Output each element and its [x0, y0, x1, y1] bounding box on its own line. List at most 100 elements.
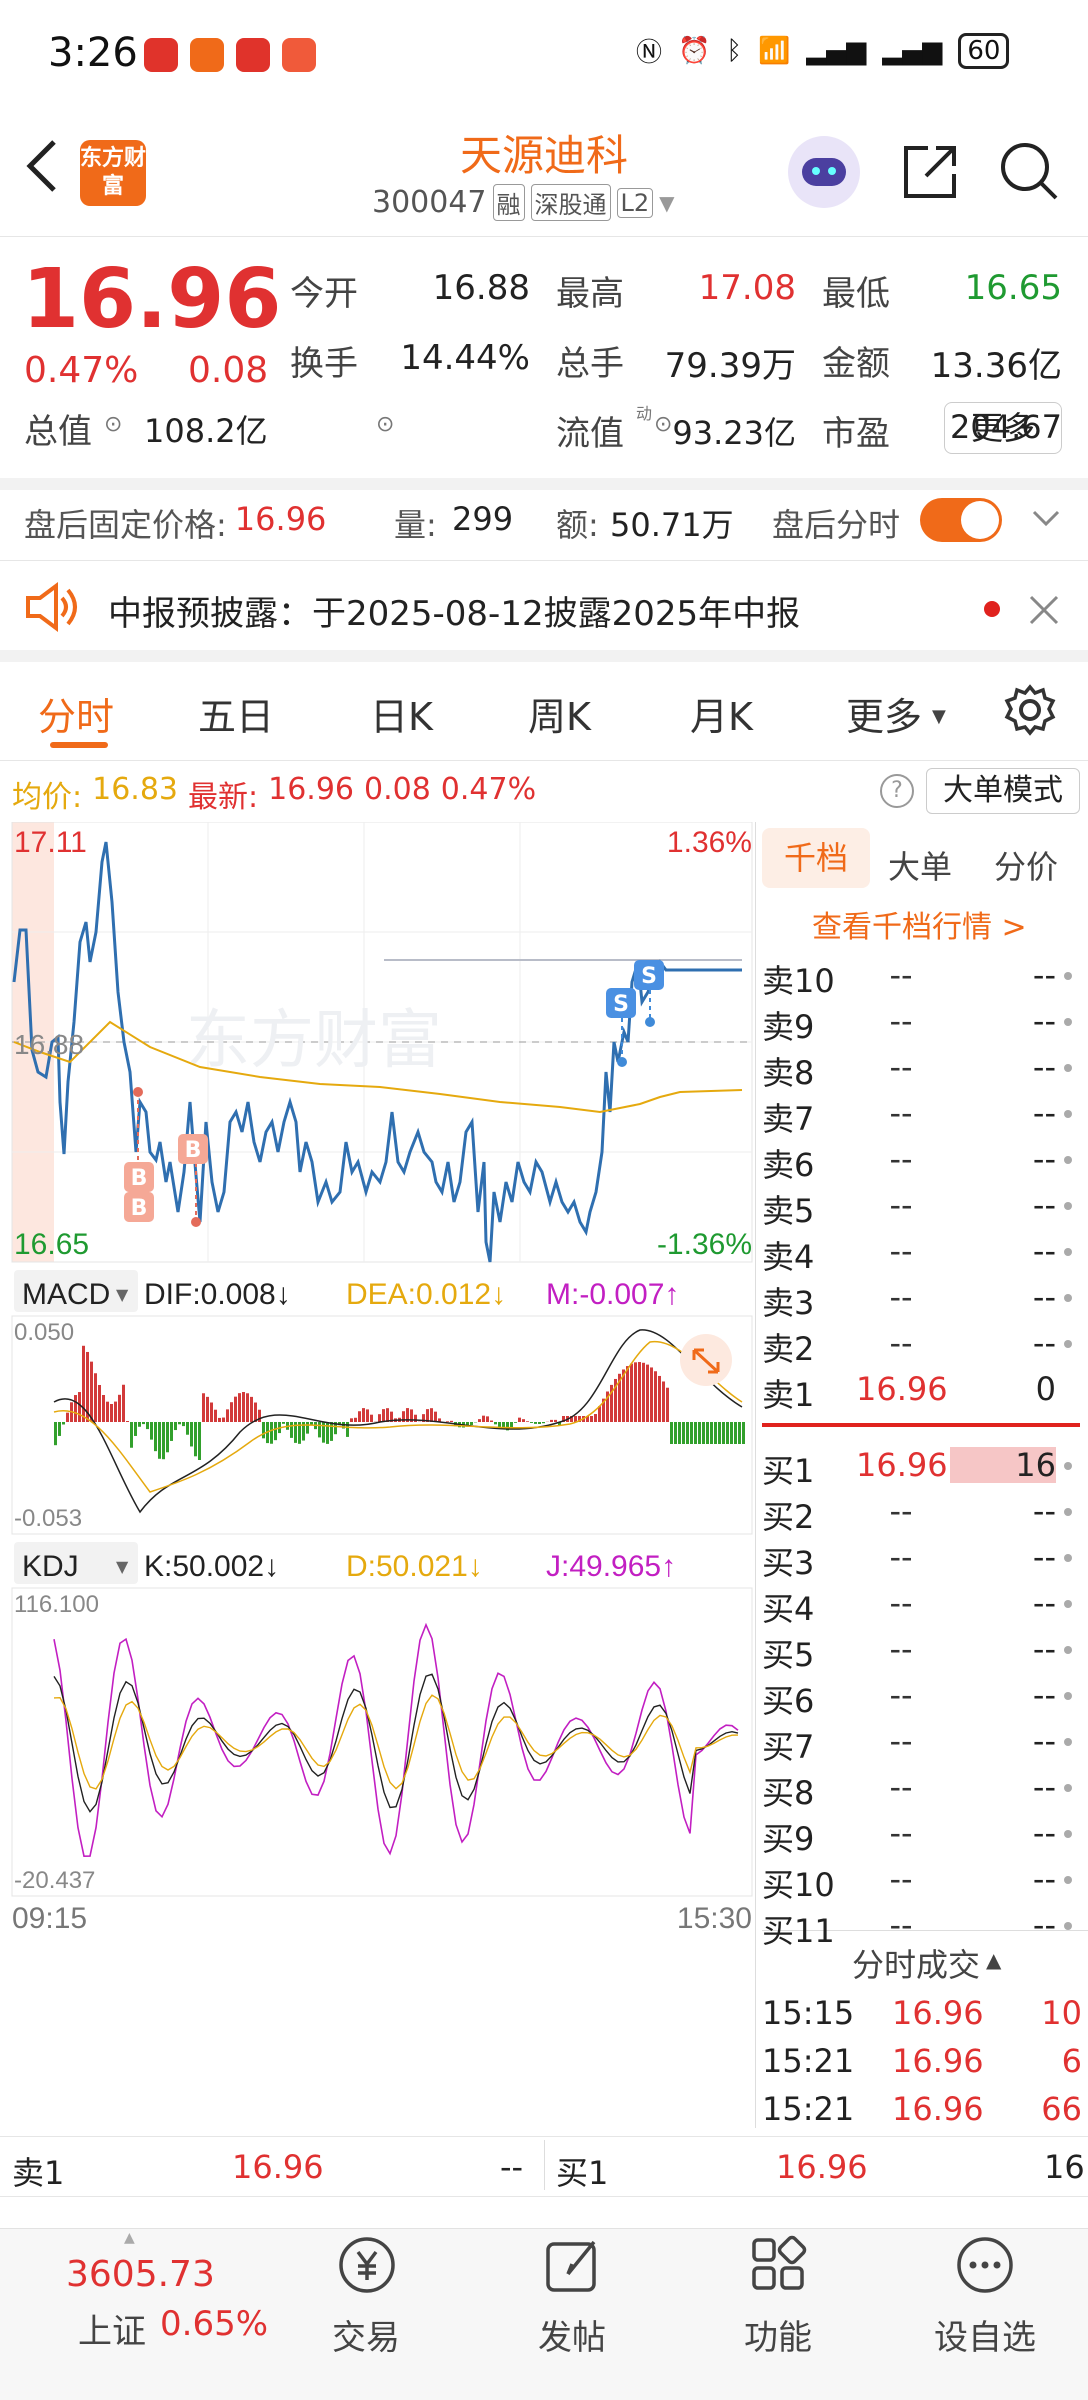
- close-icon[interactable]: [1028, 594, 1060, 630]
- trade-marker-dot: [645, 1017, 655, 1027]
- nav-post-label[interactable]: 发帖: [538, 2310, 606, 2359]
- avg-price-row: 均价: 16.83 最新: 16.96 0.08 0.47%: [12, 772, 536, 816]
- tab-chart-period[interactable]: 月K: [690, 686, 753, 741]
- trade-marker-label: B: [131, 1196, 148, 1221]
- level-dot: [1064, 1554, 1072, 1562]
- macd-bar: [734, 1422, 737, 1444]
- full-depth-link[interactable]: 查看千档行情 >: [812, 902, 1027, 946]
- chart-area[interactable]: 东方财富 B B B S S 17.11 16.65 16.88 1.36% -1.36% MACD ▼…: [0, 821, 756, 2128]
- macd-bar: [382, 1409, 385, 1422]
- ask-level-price: --: [889, 1324, 913, 1362]
- macd-bar: [290, 1422, 293, 1438]
- after-hours-amt: 50.71万: [610, 506, 734, 544]
- after-hours-label: 盘后固定价格:: [24, 506, 227, 544]
- info-icon[interactable]: ⊙: [654, 412, 672, 437]
- tab-chart-period[interactable]: 分时: [38, 686, 114, 741]
- macd-bar: [306, 1422, 309, 1434]
- more-dots-icon[interactable]: [954, 2234, 1016, 2300]
- stat-label: 最高: [556, 274, 624, 314]
- tab-price-dist[interactable]: 分价: [994, 842, 1058, 888]
- trade-volume: 10: [1041, 1994, 1082, 2032]
- macd-bar: [222, 1417, 225, 1422]
- chevron-down-icon: ▼: [932, 706, 946, 727]
- index-name[interactable]: 上证: [78, 2304, 146, 2353]
- ask-level-volume: --: [1032, 1048, 1056, 1086]
- time-axis-start: 09:15: [12, 1902, 87, 1935]
- level-dot: [1064, 1156, 1072, 1164]
- tab-chart-period[interactable]: 周K: [528, 686, 591, 741]
- nav-function-label[interactable]: 功能: [744, 2310, 812, 2359]
- ask-level-label: 卖6: [762, 1146, 815, 1184]
- help-icon[interactable]: ?: [880, 774, 914, 808]
- chevron-down-icon[interactable]: [1030, 502, 1062, 536]
- gear-icon[interactable]: [1004, 684, 1056, 740]
- trade-marker-label: S: [641, 964, 657, 989]
- nav-add-watchlist-label[interactable]: 设自选: [934, 2310, 1036, 2359]
- chevron-down-icon: ▼: [116, 1557, 129, 1576]
- ask-level-label: 卖8: [762, 1054, 815, 1092]
- tab-chart-period[interactable]: 更多: [846, 686, 922, 741]
- ask-level-volume: --: [1032, 1094, 1056, 1132]
- battery-icon: 60: [958, 32, 1010, 69]
- macd-bar: [118, 1394, 121, 1422]
- bottom-buy-label: 买1: [556, 2154, 609, 2192]
- assistant-robot-icon[interactable]: [788, 136, 860, 208]
- stat-label: 流值: [556, 414, 624, 454]
- macd-bar: [682, 1422, 685, 1444]
- tab-big-order[interactable]: 大单: [888, 842, 952, 888]
- macd-bar: [702, 1422, 705, 1444]
- macd-bar: [434, 1411, 437, 1422]
- function-icon[interactable]: [748, 2234, 810, 2300]
- macd-bar: [430, 1408, 433, 1422]
- ask-level-label: 卖2: [762, 1330, 815, 1368]
- macd-bar: [730, 1422, 733, 1444]
- macd-bar: [262, 1422, 265, 1439]
- level-dot: [1064, 1018, 1072, 1026]
- stat-value: 13.36亿: [930, 346, 1062, 386]
- index-pct[interactable]: 0.65%: [160, 2304, 268, 2344]
- tab-chart-period[interactable]: 五日: [198, 686, 274, 741]
- big-order-mode-button[interactable]: 大单模式: [926, 768, 1080, 814]
- stat-label: 市盈: [822, 414, 890, 454]
- stock-code-row[interactable]: 300047 融 深股通 L2 ▼: [372, 184, 675, 221]
- nav-trade-label[interactable]: 交易: [332, 2310, 400, 2359]
- post-icon[interactable]: [542, 2234, 604, 2300]
- macd-bar: [714, 1422, 717, 1444]
- stat-label: 总值: [24, 412, 92, 452]
- macd-bar: [638, 1362, 641, 1422]
- stat-label: 今开: [290, 274, 358, 314]
- trade-icon[interactable]: [336, 2234, 398, 2300]
- bid-level-price: --: [889, 1630, 913, 1668]
- macd-bar: [274, 1422, 277, 1441]
- notice-text[interactable]: 中报预披露：于2025-08-12披露2025年中报: [108, 586, 800, 635]
- macd-bar: [78, 1392, 81, 1422]
- macd-bar: [698, 1422, 701, 1444]
- bottom-buy-volume: 16: [1044, 2148, 1085, 2186]
- status-system-icons: Ⓝ ⏰ ᛒ 📶 ▂▄▆ ▂▄▆ 60: [636, 32, 1010, 69]
- macd-bar: [146, 1422, 149, 1430]
- tab-chart-period[interactable]: 日K: [370, 686, 433, 741]
- macd-bar: [522, 1419, 525, 1422]
- ask-level-volume: --: [1032, 1278, 1056, 1316]
- index-value[interactable]: 3605.73: [66, 2254, 215, 2295]
- kdj-k: K:50.002↓: [144, 1550, 279, 1583]
- bid-level-volume: --: [1032, 1584, 1056, 1622]
- macd-bar: [130, 1422, 133, 1448]
- info-icon[interactable]: ⊙: [376, 412, 394, 437]
- after-hours-toggle[interactable]: [920, 498, 1002, 542]
- trades-header[interactable]: 分时成交 ▲: [852, 1940, 1001, 1986]
- ask-level-price: --: [889, 1140, 913, 1178]
- status-time: 3:26: [48, 30, 138, 76]
- notification-icon: [190, 38, 224, 72]
- ask-level-label: 卖1: [762, 1376, 815, 1414]
- search-icon[interactable]: [998, 140, 1060, 206]
- kdj-k-line: [53, 1673, 739, 1813]
- bid-level-price: 16.96: [856, 1446, 948, 1484]
- share-icon[interactable]: [900, 140, 960, 206]
- time-axis-end: 15:30: [677, 1902, 752, 1935]
- bid-level-volume: --: [1032, 1768, 1056, 1806]
- intraday-chart[interactable]: 东方财富BBBSS17.1116.6516.881.36%-1.36%MACD ▼…: [0, 821, 756, 2128]
- trade-volume: 66: [1041, 2090, 1082, 2128]
- info-icon[interactable]: ⊙: [104, 412, 122, 437]
- tab-order-book[interactable]: 千档: [762, 828, 870, 888]
